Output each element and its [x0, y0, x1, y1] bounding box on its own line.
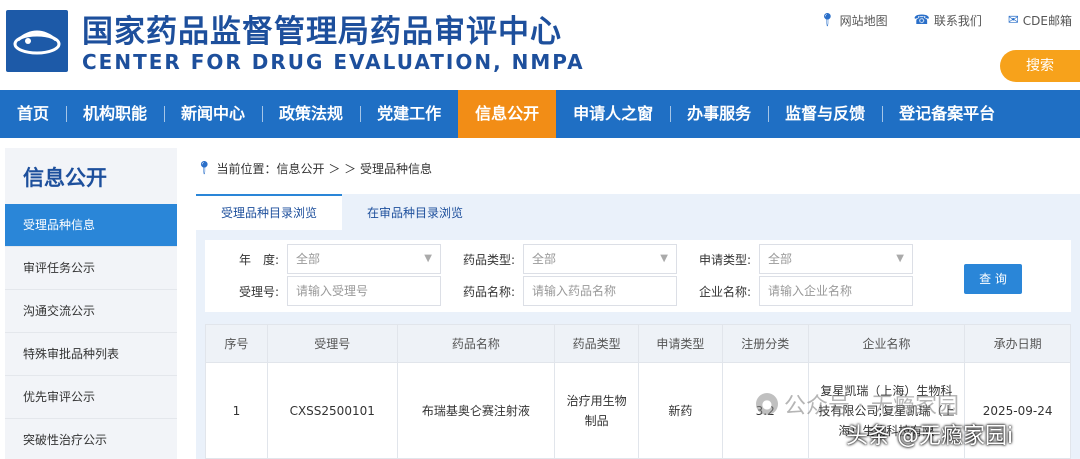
top-links: 📍︎ 网站地图 ☎ 联系我们 ✉ CDE邮箱: [819, 12, 1072, 29]
nav-item-news[interactable]: 新闻中心: [164, 90, 262, 138]
search-form: 年 度: 全部 ▼ 药品类型: 全部 ▼ 申请类型: 全部 ▼ 受理号: 请输入…: [205, 240, 1071, 312]
sidebar-item-special-approval[interactable]: 特殊审批品种列表: [5, 333, 177, 376]
col-drug-name: 药品名称: [398, 325, 556, 362]
tab-bar: 受理品种目录浏览 在审品种目录浏览: [196, 194, 1080, 230]
mail-icon: ✉: [1007, 13, 1019, 28]
site-header: 国家药品监督管理局药品审评中心 CENTER FOR DRUG EVALUATI…: [0, 0, 1080, 90]
col-company: 企业名称: [809, 325, 966, 362]
apply-type-select[interactable]: 全部 ▼: [759, 244, 913, 274]
nav-item-info-disclosure[interactable]: 信息公开: [458, 90, 557, 138]
nav-item-functions[interactable]: 机构职能: [66, 90, 164, 138]
drug-name-input[interactable]: 请输入药品名称: [523, 276, 677, 306]
site-title-cn: 国家药品监督管理局药品审评中心: [82, 14, 562, 50]
watermark-toutiao: 头条 @无瘾家园i: [846, 424, 1014, 449]
location-pin-icon: 📍︎: [196, 161, 213, 176]
cde-logo[interactable]: [6, 10, 68, 72]
sidebar-item-breakthrough[interactable]: 突破性治疗公示: [5, 419, 177, 459]
location-pin-icon: 📍︎: [819, 13, 836, 28]
wechat-icon: ●: [756, 393, 778, 415]
nav-item-applicant[interactable]: 申请人之窗: [556, 90, 670, 138]
sitemap-link[interactable]: 📍︎ 网站地图: [819, 12, 888, 29]
main-nav: 首页 机构职能 新闻中心 政策法规 党建工作 信息公开 申请人之窗 办事服务 监…: [0, 90, 1080, 138]
cell-drug-type: 治疗用生物制品: [555, 363, 639, 459]
drug-name-label: 药品名称:: [462, 284, 515, 299]
chevron-down-icon: ▼: [660, 253, 668, 264]
sidebar-item-accepted-varieties[interactable]: 受理品种信息: [5, 204, 177, 247]
company-input[interactable]: 请输入企业名称: [759, 276, 913, 306]
accept-no-label: 受理号:: [238, 284, 279, 299]
nav-item-home[interactable]: 首页: [0, 90, 66, 138]
sidebar-item-communication[interactable]: 沟通交流公示: [5, 290, 177, 333]
nav-item-policy[interactable]: 政策法规: [262, 90, 360, 138]
sidebar-item-priority-review[interactable]: 优先审评公示: [5, 376, 177, 419]
sidebar: 信息公开 受理品种信息 审评任务公示 沟通交流公示 特殊审批品种列表 优先审评公…: [5, 148, 177, 459]
watermark-wechat: ● 公众号 · 无瘾家园: [756, 388, 959, 420]
form-row-1: 年 度: 全部 ▼ 药品类型: 全部 ▼ 申请类型: 全部 ▼: [205, 244, 913, 274]
mail-link[interactable]: ✉ CDE邮箱: [1008, 12, 1072, 29]
cell-drug-name: 布瑞基奥仑赛注射液: [398, 363, 556, 459]
cell-index: 1: [206, 363, 268, 459]
contact-link[interactable]: ☎ 联系我们: [914, 12, 982, 29]
col-reg-class: 注册分类: [723, 325, 809, 362]
accept-no-input[interactable]: 请输入受理号: [287, 276, 441, 306]
breadcrumb-text: 当前位置：信息公开 ＞ ＞ 受理品种信息: [216, 162, 432, 176]
col-date: 承办日期: [993, 337, 1042, 351]
col-apply-type: 申请类型: [639, 325, 723, 362]
sidebar-item-review-tasks[interactable]: 审评任务公示: [5, 247, 177, 290]
apply-type-label: 申请类型:: [698, 252, 751, 267]
search-button[interactable]: 搜索: [1000, 50, 1080, 82]
year-select[interactable]: 全部 ▼: [287, 244, 441, 274]
nav-item-registration[interactable]: 登记备案平台: [882, 90, 1012, 138]
drug-type-label: 药品类型:: [462, 252, 515, 267]
drug-type-select[interactable]: 全部 ▼: [523, 244, 677, 274]
query-button[interactable]: 查 询: [964, 264, 1022, 294]
nav-item-party[interactable]: 党建工作: [360, 90, 458, 138]
company-label: 企业名称:: [698, 284, 751, 299]
nav-item-feedback[interactable]: 监督与反馈: [768, 90, 882, 138]
col-drug-type: 药品类型: [555, 325, 640, 362]
chevron-down-icon: ▼: [896, 253, 904, 264]
col-index: 序号: [206, 325, 268, 362]
nav-item-services[interactable]: 办事服务: [670, 90, 768, 138]
tab-accepted-catalog[interactable]: 受理品种目录浏览: [196, 194, 343, 230]
phone-icon: ☎: [913, 13, 930, 28]
col-accept-no: 受理号: [268, 325, 398, 362]
breadcrumb: 📍︎ 当前位置：信息公开 ＞ ＞ 受理品种信息: [196, 160, 432, 177]
tab-under-review-catalog[interactable]: 在审品种目录浏览: [342, 194, 488, 230]
chevron-down-icon: ▼: [424, 253, 432, 264]
form-row-2: 受理号: 请输入受理号 药品名称: 请输入药品名称 企业名称: 请输入企业名称: [205, 276, 913, 306]
table-header: 序号 受理号 药品名称 药品类型 申请类型 注册分类 企业名称 承办日期: [206, 325, 1070, 363]
cell-apply-type: 新药: [639, 363, 723, 459]
sidebar-title: 信息公开: [5, 148, 177, 204]
site-title-en: CENTER FOR DRUG EVALUATION, NMPA: [82, 50, 585, 74]
cell-accept-no: CXSS2500101: [268, 363, 398, 459]
year-label: 年 度:: [238, 252, 279, 267]
